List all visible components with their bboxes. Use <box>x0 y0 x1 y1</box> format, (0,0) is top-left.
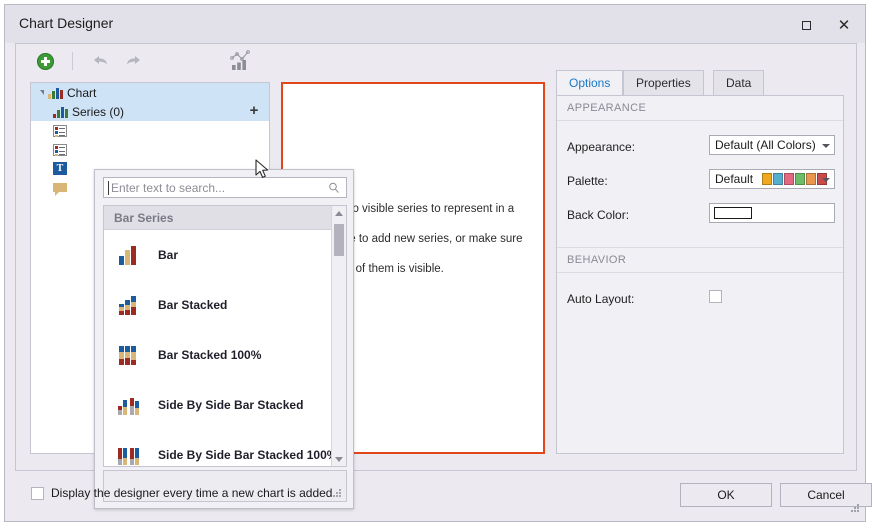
auto-layout-checkbox[interactable] <box>709 290 722 303</box>
list-item[interactable]: Bar <box>104 230 346 280</box>
appearance-label: Appearance: <box>567 140 635 154</box>
back-color-label: Back Color: <box>567 208 629 222</box>
list-item-label: Bar Stacked 100% <box>158 348 261 362</box>
appearance-value: Default (All Colors) <box>715 138 816 152</box>
close-icon: ✕ <box>838 16 851 34</box>
list-item[interactable]: Bar Stacked <box>104 280 346 330</box>
mouse-cursor-icon <box>255 159 271 181</box>
list-item-label: Bar Stacked <box>158 298 227 312</box>
bar-series-icon <box>118 242 144 268</box>
appearance-group-header: APPEARANCE <box>557 96 843 121</box>
tab-data[interactable]: Data <box>713 70 764 96</box>
add-series-button[interactable]: + <box>247 104 261 118</box>
side-by-side-bar-stacked-icon <box>118 392 144 418</box>
chart-wizard-icon <box>229 50 253 72</box>
undo-icon <box>91 53 111 69</box>
list-item-label: Side By Side Bar Stacked 100% <box>158 448 337 462</box>
titles-t-icon: T <box>53 162 67 175</box>
tree-item-legend-2[interactable] <box>31 140 269 159</box>
chart-wizard-button[interactable] <box>228 50 254 72</box>
redo-icon <box>123 53 143 69</box>
dialog-body: Chart Series (0) + <box>15 43 857 471</box>
appearance-dropdown[interactable]: Default (All Colors) <box>709 135 835 155</box>
title-bar: Chart Designer ✕ <box>5 5 865 43</box>
plus-circle-icon <box>37 53 54 70</box>
palette-label: Palette: <box>567 174 608 188</box>
annotation-icon <box>53 183 67 192</box>
expander-icon[interactable] <box>35 90 48 95</box>
dialog-resize-grip-icon[interactable] <box>850 503 859 512</box>
text-caret <box>108 181 109 195</box>
behavior-group-header: BEHAVIOR <box>557 247 843 273</box>
dialog-footer: Display the designer every time a new ch… <box>15 475 857 519</box>
chevron-down-icon <box>822 178 830 182</box>
back-color-field: Back Color: <box>557 203 843 229</box>
scroll-up-button[interactable] <box>332 206 346 220</box>
series-type-list[interactable]: Bar Series Bar <box>103 205 347 467</box>
options-tabs: Options Properties Data <box>556 70 844 96</box>
side-by-side-bar-stacked-100-icon <box>118 442 144 467</box>
list-scrollbar[interactable] <box>331 206 346 466</box>
bar-stacked-series-icon <box>118 292 144 318</box>
list-item[interactable]: Side By Side Bar Stacked <box>104 380 346 430</box>
tab-options[interactable]: Options <box>556 70 623 96</box>
tab-properties[interactable]: Properties <box>623 70 704 96</box>
palette-value: Default <box>715 172 753 186</box>
chart-bars-icon <box>48 87 63 99</box>
display-designer-checkbox[interactable] <box>31 487 44 500</box>
chart-designer-dialog: Chart Designer ✕ <box>4 4 866 522</box>
maximize-icon <box>802 21 811 30</box>
tree-item-legend-1[interactable] <box>31 121 269 140</box>
list-item[interactable]: Bar Stacked 100% <box>104 330 346 380</box>
palette-swatches <box>762 173 827 185</box>
scrollbar-thumb[interactable] <box>334 224 344 256</box>
scroll-down-button[interactable] <box>332 452 346 466</box>
palette-dropdown[interactable]: Default <box>709 169 835 189</box>
search-icon <box>328 182 340 194</box>
series-gallery-popup: Enter text to search... Bar Series Bar <box>94 169 354 509</box>
list-item-label: Side By Side Bar Stacked <box>158 398 303 412</box>
maximize-button[interactable] <box>790 15 822 35</box>
chevron-down-icon <box>822 144 830 148</box>
appearance-field: Appearance: Default (All Colors) <box>557 135 843 161</box>
redo-button[interactable] <box>122 50 144 72</box>
auto-layout-label: Auto Layout: <box>567 292 634 306</box>
search-input[interactable]: Enter text to search... <box>103 177 347 198</box>
series-group-header: Bar Series <box>104 206 346 230</box>
legend-icon <box>53 144 67 156</box>
ok-button[interactable]: OK <box>680 483 772 507</box>
palette-field: Palette: Default <box>557 169 843 195</box>
options-tab-pane: APPEARANCE Appearance: Default (All Colo… <box>556 95 844 454</box>
toolbar-divider <box>72 52 73 70</box>
tree-item-chart[interactable]: Chart <box>31 83 269 102</box>
list-item[interactable]: Side By Side Bar Stacked 100% <box>104 430 346 467</box>
add-element-button[interactable] <box>34 50 56 72</box>
back-color-picker[interactable] <box>709 203 835 223</box>
options-panel: Options Properties Data APPEARANCE Appea… <box>556 70 844 454</box>
tree-item-series[interactable]: Series (0) + <box>31 102 269 121</box>
tree-item-chart-label: Chart <box>67 86 96 100</box>
auto-layout-field: Auto Layout: <box>557 287 843 313</box>
back-color-swatch <box>714 207 752 219</box>
legend-icon <box>53 125 67 137</box>
search-placeholder: Enter text to search... <box>111 181 225 195</box>
undo-button[interactable] <box>90 50 112 72</box>
close-button[interactable]: ✕ <box>828 15 860 35</box>
page-title: Chart Designer <box>19 15 113 31</box>
display-designer-label: Display the designer every time a new ch… <box>51 486 332 500</box>
list-item-label: Bar <box>158 248 178 262</box>
series-bars-icon <box>53 106 68 118</box>
tree-item-series-label: Series (0) <box>72 105 124 119</box>
bar-stacked-100-series-icon <box>118 342 144 368</box>
